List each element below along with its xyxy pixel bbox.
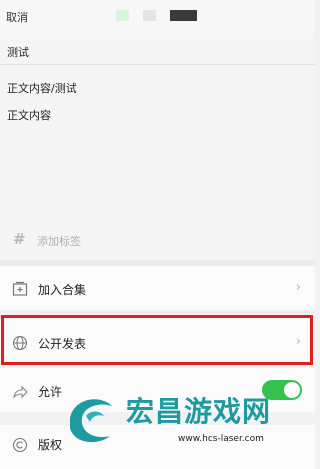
chevron-right-icon: › xyxy=(295,280,301,295)
highlight-box xyxy=(1,315,313,365)
body-text-line-1[interactable]: 正文内容/测试 xyxy=(7,80,77,96)
dragon-logo-icon xyxy=(70,399,112,443)
share-icon xyxy=(13,385,28,399)
copyright-label: 版权 xyxy=(38,438,63,452)
hash-icon: # xyxy=(13,230,26,248)
copyright-icon xyxy=(12,437,28,453)
color-swatch-dark[interactable] xyxy=(170,10,197,21)
editor-area[interactable] xyxy=(0,34,315,260)
row-divider xyxy=(38,312,315,313)
body-text-line-2[interactable]: 正文内容 xyxy=(7,107,51,123)
add-collection-label: 加入合集 xyxy=(38,283,87,297)
top-bar xyxy=(0,0,315,34)
post-title[interactable]: 测试 xyxy=(7,44,29,60)
collection-icon xyxy=(12,281,28,296)
cancel-button[interactable]: 取消 xyxy=(6,9,28,25)
color-swatch-light-green[interactable] xyxy=(116,10,129,21)
watermark-url: www.hcs-laser.com xyxy=(178,434,264,444)
title-divider xyxy=(0,64,315,65)
allow-label: 允许 xyxy=(38,385,63,399)
watermark-brand: 宏昌游戏网 xyxy=(126,395,272,428)
watermark: 宏昌游戏网 www.hcs-laser.com xyxy=(60,388,315,454)
add-tag-button[interactable]: 添加标签 xyxy=(37,233,81,249)
color-swatch-light-gray[interactable] xyxy=(143,10,156,21)
